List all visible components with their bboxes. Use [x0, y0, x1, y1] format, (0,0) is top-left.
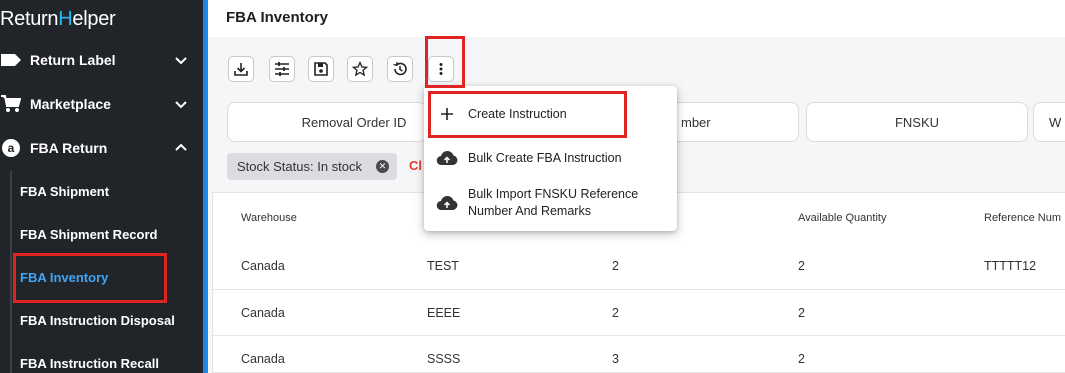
search-field-label: Removal Order ID — [301, 114, 407, 130]
sidebar-item-fba-instruction-recall[interactable]: FBA Instruction Recall — [0, 342, 203, 373]
save-icon — [314, 62, 328, 76]
more-vert-icon — [439, 63, 443, 75]
sidebar-item-label: FBA Instruction Recall — [20, 356, 159, 371]
menu-item-label: Bulk Create FBA Instruction — [468, 150, 622, 165]
logo-text-elper: elper — [72, 8, 116, 30]
sidebar-item-label: Return Label — [30, 52, 116, 68]
search-field-fnsku[interactable]: FNSKU — [806, 102, 1028, 142]
sidebar-item-fba-instruction-disposal[interactable]: FBA Instruction Disposal — [0, 299, 203, 342]
sidebar-item-marketplace[interactable]: Marketplace — [0, 82, 203, 126]
chevron-up-icon — [175, 143, 187, 151]
table-row[interactable]: Canada EEEE 2 2 — [213, 289, 1065, 335]
menu-item-label-line1: Bulk Import FNSKU Reference — [468, 187, 639, 201]
logo-text-r: R — [0, 8, 15, 30]
close-icon[interactable]: ✕ — [376, 160, 389, 173]
download-icon — [234, 63, 248, 76]
column-header-reference-number[interactable]: Reference Num — [984, 212, 1061, 224]
history-icon — [393, 62, 407, 76]
search-field-label: mber — [681, 114, 711, 130]
favorite-button[interactable] — [347, 56, 373, 82]
sidebar-item-label: FBA Return — [30, 140, 108, 156]
menu-item-label-line2: Number And Remarks — [468, 204, 591, 218]
sidebar-item-return-label[interactable]: Return Label — [0, 38, 203, 82]
cell-available-quantity: 2 — [798, 306, 805, 320]
filter-chip-label: Stock Status: In stock — [237, 159, 362, 174]
menu-item-label: Bulk Import FNSKU Reference Number And R… — [468, 186, 638, 220]
sidebar: ReturnHelper Return Label Marketplace a … — [0, 0, 203, 373]
sidebar-item-fba-return[interactable]: a FBA Return — [0, 126, 203, 170]
label-icon — [0, 49, 22, 71]
cell-value: EEEE — [427, 306, 461, 320]
sidebar-item-fba-shipment[interactable]: FBA Shipment — [0, 170, 203, 213]
filter-settings-icon — [275, 62, 289, 76]
search-field-removal-order-id[interactable]: Removal Order ID — [227, 102, 427, 142]
history-button[interactable] — [387, 56, 413, 82]
sidebar-item-label: FBA Instruction Disposal — [20, 313, 175, 328]
logo-text-h: H — [58, 8, 73, 30]
download-button[interactable] — [228, 56, 254, 82]
menu-item-bulk-create-fba-instruction[interactable]: Bulk Create FBA Instruction — [424, 144, 677, 172]
cloud-upload-icon — [435, 146, 459, 170]
more-options-menu: Create Instruction Bulk Create FBA Instr… — [424, 86, 677, 231]
cell-value: SSSS — [427, 352, 461, 366]
sidebar-item-label: FBA Shipment — [20, 184, 110, 199]
sidebar-item-fba-inventory[interactable]: FBA Inventory — [0, 256, 203, 299]
cell-warehouse: Canada — [241, 259, 285, 273]
star-icon — [352, 61, 368, 77]
menu-item-bulk-import-fnsku[interactable]: Bulk Import FNSKU Reference Number And R… — [424, 183, 677, 223]
cell-warehouse: Canada — [241, 352, 285, 366]
clear-filters-link[interactable]: Cl — [409, 158, 422, 173]
sidebar-item-label: Marketplace — [30, 96, 111, 112]
menu-item-label: Create Instruction — [468, 106, 567, 121]
column-header-available-quantity[interactable]: Available Quantity — [798, 212, 886, 224]
logo-text-eturn: eturn — [14, 8, 59, 30]
sidebar-item-fba-shipment-record[interactable]: FBA Shipment Record — [0, 213, 203, 256]
cell-quantity: 2 — [612, 259, 619, 273]
filter-settings-button[interactable] — [269, 56, 295, 82]
cart-icon — [0, 93, 22, 115]
search-field-label: W — [1049, 114, 1062, 130]
save-view-button[interactable] — [308, 56, 334, 82]
search-field-warehouse[interactable]: W — [1033, 102, 1065, 142]
cloud-upload-icon — [435, 191, 459, 215]
chevron-down-icon — [175, 101, 187, 109]
cell-quantity: 3 — [612, 352, 619, 366]
sidebar-item-label: FBA Shipment Record — [20, 227, 158, 242]
cell-quantity: 2 — [612, 306, 619, 320]
cell-reference-number: TTTTT12 — [984, 259, 1037, 273]
cell-available-quantity: 2 — [798, 259, 805, 273]
cell-warehouse: Canada — [241, 306, 285, 320]
search-field-label: FNSKU — [894, 114, 940, 130]
table-row[interactable]: Canada SSSS 3 2 — [213, 335, 1065, 373]
svg-text:a: a — [8, 141, 15, 155]
plus-icon — [435, 102, 459, 126]
chevron-down-icon — [175, 57, 187, 65]
filter-chip-stock-status: Stock Status: In stock ✕ — [227, 153, 397, 180]
page-title: FBA Inventory — [226, 9, 328, 26]
cell-available-quantity: 2 — [798, 352, 805, 366]
column-header-warehouse[interactable]: Warehouse — [241, 212, 297, 224]
table-row[interactable]: Canada TEST 2 2 TTTTT12 — [213, 243, 1065, 289]
more-options-button[interactable] — [428, 56, 454, 82]
cell-value: TEST — [427, 259, 459, 273]
app-logo[interactable]: ReturnHelper — [0, 8, 116, 34]
menu-item-create-instruction[interactable]: Create Instruction — [424, 100, 677, 128]
sidebar-item-label: FBA Inventory — [20, 270, 109, 285]
amazon-icon: a — [0, 137, 22, 159]
